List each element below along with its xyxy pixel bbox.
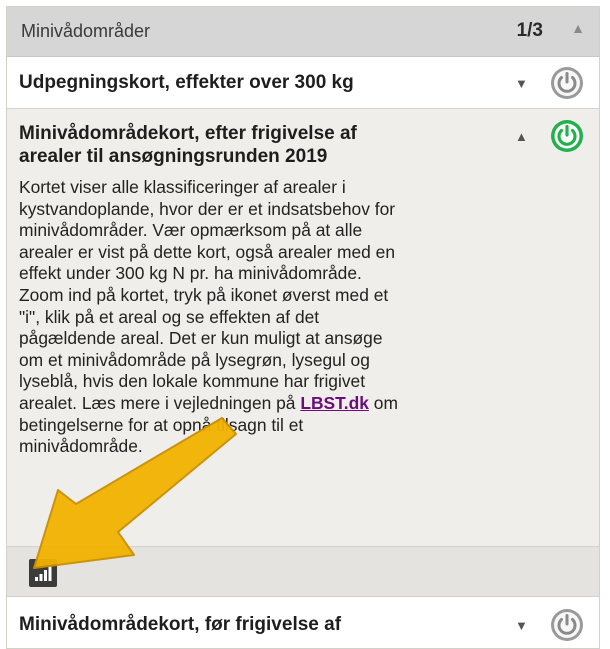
- layer-title-line1: Minivådområdekort, efter frigivelse af: [19, 123, 357, 144]
- signal-bars-icon[interactable]: [29, 559, 57, 587]
- layer-title-line2: arealer til ansøgningsrunden 2019: [19, 146, 328, 167]
- power-icon[interactable]: [550, 608, 584, 642]
- layer-toolbar: [7, 547, 599, 597]
- layer-row-udpegningskort[interactable]: Udpegningskort, effekter over 300 kg ▼: [7, 57, 599, 109]
- panel-header[interactable]: Minivådområder 1/3 ▲: [7, 7, 599, 57]
- layer-panel: Minivådområder 1/3 ▲ Udpegningskort, eff…: [6, 6, 600, 649]
- layer-row-minivaadomraadekort-efter: Minivådområdekort, efter frigivelse af a…: [7, 109, 599, 547]
- chevron-down-icon[interactable]: ▼: [515, 76, 528, 91]
- layer-title: Minivådområdekort, før frigivelse af: [19, 614, 342, 635]
- description-text: Kortet viser alle klassificeringer af ar…: [19, 177, 396, 413]
- power-icon[interactable]: [550, 66, 584, 100]
- chevron-up-icon[interactable]: ▲: [571, 20, 585, 36]
- panel-pager: 1/3: [516, 20, 543, 41]
- layer-row-minivaadomraadekort-foer[interactable]: Minivådområdekort, før frigivelse af ▼: [7, 597, 599, 648]
- chevron-down-icon[interactable]: ▼: [515, 618, 528, 633]
- lbst-link[interactable]: LBST.dk: [300, 393, 369, 413]
- panel-title: Minivådområder: [21, 21, 151, 41]
- power-icon[interactable]: [550, 119, 584, 153]
- layer-description: Kortet viser alle klassificeringer af ar…: [19, 177, 409, 458]
- chevron-up-icon[interactable]: ▲: [515, 129, 528, 144]
- layer-title: Udpegningskort, effekter over 300 kg: [19, 72, 354, 93]
